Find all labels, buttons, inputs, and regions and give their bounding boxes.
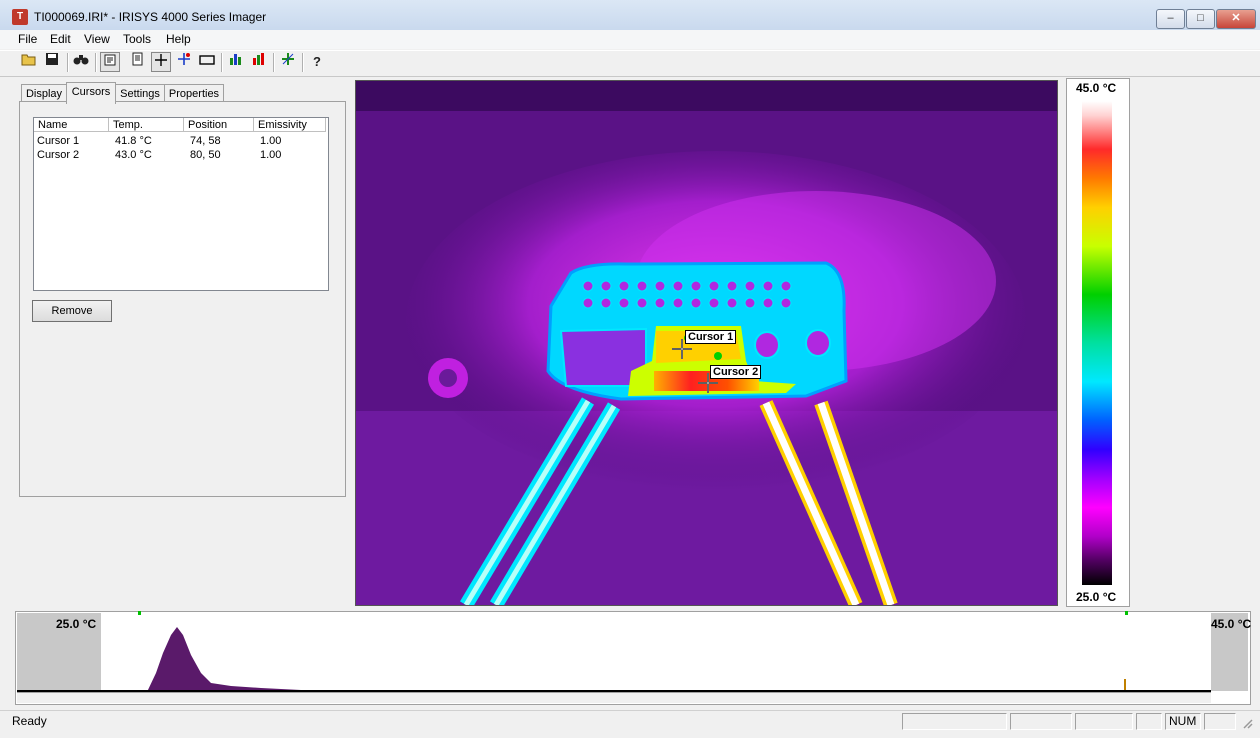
scale-max-label: 45.0 °C: [1076, 81, 1117, 95]
color-scale-bar: [1082, 101, 1112, 585]
menu-edit[interactable]: Edit: [50, 32, 71, 46]
cursor2-name[interactable]: Cursor 2: [37, 148, 79, 162]
toolbar-separator: [221, 53, 223, 72]
toolbar-separator: [67, 53, 69, 72]
cursor1-label[interactable]: Cursor 1: [685, 330, 737, 344]
crosshair-icon[interactable]: [151, 52, 171, 72]
cursor2-label[interactable]: Cursor 2: [710, 365, 762, 379]
cursor2-position: 80, 50: [190, 149, 221, 161]
tab-cursors[interactable]: Cursors: [66, 82, 116, 104]
menu-tools[interactable]: Tools: [123, 32, 151, 46]
column-header-emissivity[interactable]: Emissivity: [254, 118, 326, 132]
cursor2-temp: 43.0 °C: [115, 149, 152, 161]
rectangle-icon[interactable]: [197, 52, 217, 72]
window-title: TI000069.IRI* - IRISYS 4000 Series Image…: [34, 10, 267, 24]
calibrate-icon[interactable]: [278, 52, 298, 72]
cursor1-position: 74, 58: [190, 135, 221, 147]
status-pane: [1075, 713, 1133, 730]
remove-button[interactable]: Remove: [32, 300, 112, 322]
status-pane: [902, 713, 1007, 730]
resize-grip-icon[interactable]: [1240, 716, 1254, 730]
open-folder-icon[interactable]: [19, 52, 39, 72]
column-header-temp[interactable]: Temp.: [109, 118, 184, 132]
cursor1-name[interactable]: Cursor 1: [37, 134, 79, 148]
status-pane: [1136, 713, 1162, 730]
cursor1-emissivity: 1.00: [260, 135, 282, 147]
cursor1-temp: 41.8 °C: [115, 135, 152, 147]
histogram-chart: [147, 627, 1211, 692]
histogram-icon[interactable]: [226, 52, 246, 72]
save-icon[interactable]: [42, 52, 62, 72]
report-icon[interactable]: [128, 52, 148, 72]
scale-min-label: 25.0 °C: [1076, 590, 1117, 604]
histogram-min-label: 25.0 °C: [56, 617, 97, 631]
menu-file[interactable]: File: [18, 32, 37, 46]
menu-help[interactable]: Help: [166, 32, 191, 46]
status-text: Ready: [12, 714, 47, 728]
status-pane: [1204, 713, 1236, 730]
toolbar-separator: [273, 53, 275, 72]
minimize-icon[interactable]: –: [1156, 9, 1185, 29]
histogram-color-icon[interactable]: [249, 52, 269, 72]
column-header-position[interactable]: Position: [184, 118, 254, 132]
maximize-icon[interactable]: □: [1186, 9, 1215, 29]
properties-icon[interactable]: [100, 52, 120, 72]
histogram-max-label: 45.0 °C: [1211, 617, 1252, 631]
toolbar-separator: [302, 53, 304, 72]
histogram-scrollbar[interactable]: [17, 692, 1211, 703]
close-icon[interactable]: ✕: [1216, 9, 1256, 29]
cursor2-emissivity: 1.00: [260, 149, 282, 161]
thermal-image[interactable]: Cursor 1 Cursor 2: [355, 80, 1058, 606]
column-header-name[interactable]: Name: [34, 118, 109, 132]
add-cursor-icon[interactable]: [174, 52, 194, 72]
thermal-imager-app-icon[interactable]: T: [12, 9, 28, 25]
menu-view[interactable]: View: [84, 32, 110, 46]
toolbar-separator: [95, 53, 97, 72]
help-icon[interactable]: ?: [307, 52, 327, 72]
status-num-indicator: NUM: [1165, 713, 1201, 730]
status-pane: [1010, 713, 1072, 730]
binoculars-icon[interactable]: [71, 52, 91, 72]
